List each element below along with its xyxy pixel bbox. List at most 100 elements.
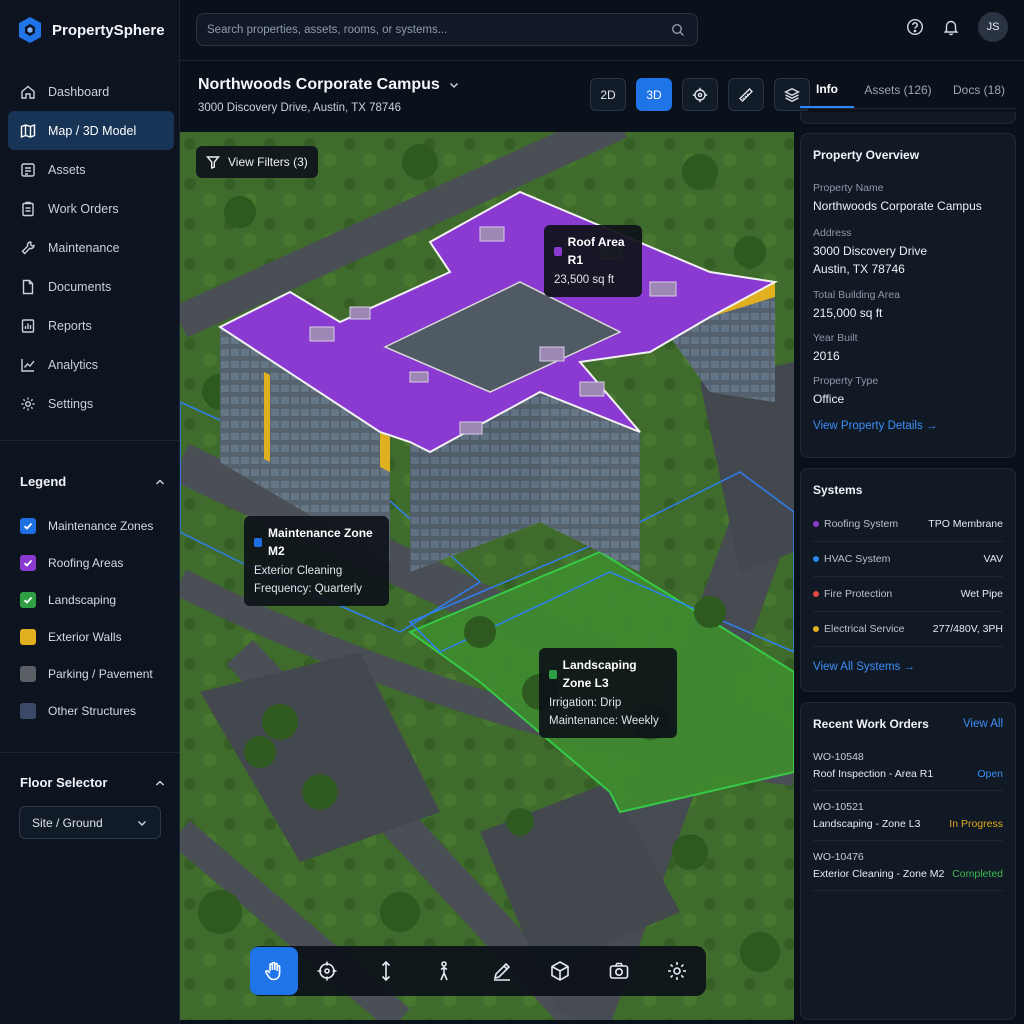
property-type-value: Office (813, 392, 845, 406)
system-row[interactable]: Roofing System TPO Membrane (813, 507, 1003, 542)
nav-work-orders[interactable]: Work Orders (8, 189, 174, 228)
legend-label: Landscaping (48, 592, 117, 607)
tab-docs[interactable]: Docs (18) (942, 72, 1016, 108)
nav-label: Settings (48, 396, 94, 411)
status-badge: Completed (952, 868, 1003, 880)
tab-assets[interactable]: Assets (126) (854, 72, 942, 108)
legend-title: Legend (20, 474, 67, 489)
swatch (254, 537, 263, 547)
gear-icon (667, 962, 686, 980)
pan-tool-button[interactable] (250, 947, 298, 995)
checkbox-checked[interactable] (20, 591, 36, 608)
page-title[interactable]: Northwoods Corporate Campus (198, 76, 460, 94)
tooltip-title: Maintenance Zone M2 (254, 524, 379, 560)
layers-icon (784, 87, 800, 102)
work-order-item[interactable]: WO-10476 Exterior Cleaning - Zone M2 Com… (813, 841, 1003, 891)
home-icon (21, 85, 35, 99)
right-panel-tabs: Info Assets (126) Docs (18) (800, 72, 1016, 108)
map-settings-button[interactable] (648, 946, 706, 996)
brand[interactable]: PropertySphere (18, 14, 165, 46)
search-input[interactable]: Search properties, assets, rooms, or sys… (207, 24, 447, 36)
property-title: Northwoods Corporate Campus (198, 76, 440, 93)
nav-settings[interactable]: Settings (8, 384, 174, 423)
floor-selector-header[interactable]: Floor Selector (20, 775, 166, 790)
assets-icon (21, 162, 35, 177)
search-icon[interactable] (671, 23, 685, 37)
draw-tool-button[interactable] (473, 946, 531, 996)
legend-item-parking-pavement[interactable]: Parking / Pavement (20, 655, 153, 692)
system-value: VAV (983, 553, 1003, 565)
legend-item-roofing-areas[interactable]: Roofing Areas (20, 544, 153, 581)
legend-item-exterior-walls[interactable]: Exterior Walls (20, 618, 153, 655)
nav-dashboard[interactable]: Dashboard (8, 72, 174, 111)
chevron-up-icon[interactable] (154, 476, 166, 488)
nav-assets[interactable]: Assets (8, 150, 174, 189)
pencil-icon (494, 962, 511, 981)
system-row[interactable]: Electrical Service 277/480V, 3PH (813, 612, 1003, 647)
analytics-icon (21, 358, 35, 372)
view-2d-button[interactable]: 2D (590, 78, 626, 111)
legend-header[interactable]: Legend (20, 474, 166, 489)
status-dot (813, 556, 819, 562)
panel-scroll-edge (800, 112, 1016, 124)
bell-icon[interactable] (942, 18, 960, 36)
measure-button[interactable] (728, 78, 764, 111)
walk-tool-button[interactable] (415, 946, 473, 996)
system-row[interactable]: Fire Protection Wet Pipe (813, 577, 1003, 612)
work-order-id: WO-10548 (813, 751, 864, 763)
work-order-item[interactable]: WO-10521 Landscaping - Zone L3 In Progre… (813, 791, 1003, 841)
top-actions: JS (906, 12, 1008, 42)
nav-documents[interactable]: Documents (8, 267, 174, 306)
main-nav: Dashboard Map / 3D Model Assets Work Ord… (8, 72, 174, 423)
locate-button[interactable] (682, 78, 718, 111)
user-avatar[interactable]: JS (978, 12, 1008, 42)
legend-item-maintenance-zones[interactable]: Maintenance Zones (20, 507, 153, 544)
legend-item-other-structures[interactable]: Other Structures (20, 692, 153, 729)
system-row[interactable]: HVAC System VAV (813, 542, 1003, 577)
nav-label: Analytics (48, 357, 99, 372)
nav-maintenance[interactable]: Maintenance (8, 228, 174, 267)
work-order-row: Landscaping - Zone L3 In Progress (813, 818, 1003, 830)
work-order-row: Roof Inspection - Area R1 Open (813, 768, 1003, 780)
nav-reports[interactable]: Reports (8, 306, 174, 345)
view-all-work-orders-link[interactable]: View All (963, 718, 1003, 730)
legend-item-landscaping[interactable]: Landscaping (20, 581, 153, 618)
checkbox-swatch[interactable] (20, 702, 36, 719)
system-name-text: HVAC System (824, 553, 891, 565)
view-all-systems-link[interactable]: View All Systems → (813, 661, 1003, 673)
work-order-item[interactable]: WO-10548 Roof Inspection - Area R1 Open (813, 741, 1003, 791)
model-tool-button[interactable] (531, 946, 589, 996)
system-name: HVAC System (813, 553, 890, 565)
checkbox-swatch[interactable] (20, 628, 36, 645)
chevron-up-icon[interactable] (154, 777, 166, 789)
document-icon (22, 279, 34, 294)
target-tool-button[interactable] (298, 946, 356, 996)
view-property-details-link[interactable]: View Property Details → (813, 420, 1003, 432)
nav-map-3d-model[interactable]: Map / 3D Model (8, 111, 174, 150)
checkbox-swatch[interactable] (20, 665, 36, 682)
tab-info[interactable]: Info (800, 72, 854, 108)
system-name-text: Fire Protection (824, 588, 893, 600)
nav-label: Maintenance (48, 240, 120, 255)
tooltip-line: 23,500 sq ft (554, 274, 615, 286)
help-icon[interactable] (906, 18, 924, 36)
view-filters-button[interactable]: View Filters (3) (196, 146, 318, 178)
systems-list: Roofing System TPO Membrane HVAC System … (813, 507, 1003, 647)
sidebar-divider (0, 752, 180, 753)
filter-icon (206, 156, 220, 169)
ruler-icon (739, 87, 753, 102)
nav-analytics[interactable]: Analytics (8, 345, 174, 384)
view-3d-button[interactable]: 3D (636, 78, 672, 111)
system-name: Electrical Service (813, 623, 905, 635)
checkbox-checked[interactable] (20, 517, 36, 534)
system-name-text: Roofing System (824, 518, 899, 530)
floor-select[interactable]: Site / Ground (19, 806, 161, 839)
map-viewport[interactable]: View Filters (3) Roof Area R1 23,500 sq … (180, 132, 794, 1020)
search-bar[interactable]: Search properties, assets, rooms, or sys… (196, 13, 698, 46)
work-orders-list: WO-10548 Roof Inspection - Area R1 Open … (813, 741, 1003, 891)
recent-work-orders-panel: Recent Work Orders View All WO-10548 Roo… (800, 702, 1016, 1020)
screenshot-tool-button[interactable] (590, 946, 648, 996)
legend-label: Exterior Walls (48, 629, 122, 644)
height-tool-button[interactable] (357, 946, 415, 996)
checkbox-checked[interactable] (20, 554, 36, 571)
